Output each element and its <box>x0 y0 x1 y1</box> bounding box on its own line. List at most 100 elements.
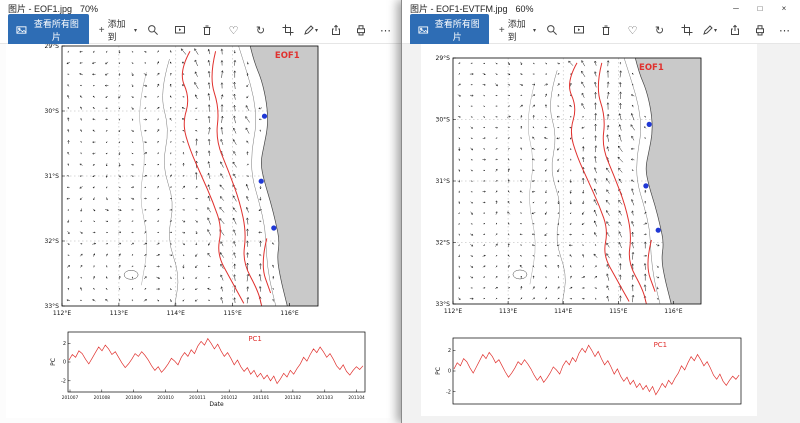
station-dot <box>647 122 652 127</box>
station-dot <box>656 228 661 233</box>
crop-icon[interactable] <box>679 22 694 38</box>
photos-icon <box>418 24 429 36</box>
zoom-icon[interactable] <box>145 22 160 38</box>
view-all-photos-button[interactable]: 查看所有图片 <box>8 14 89 46</box>
svg-text:112°E: 112°E <box>444 308 462 315</box>
station-dot <box>259 179 264 184</box>
print-icon[interactable] <box>752 22 767 38</box>
pc-label: PC1 <box>654 341 668 349</box>
svg-text:114°E: 114°E <box>554 308 572 315</box>
svg-text:32°S: 32°S <box>436 240 451 247</box>
svg-text:0: 0 <box>63 360 66 366</box>
chevron-down-icon: ▾ <box>134 27 137 34</box>
pc-xlabel: Date <box>209 401 224 408</box>
svg-text:115°E: 115°E <box>224 310 242 317</box>
more-icon[interactable]: ⋯ <box>777 22 792 38</box>
svg-text:33°S: 33°S <box>45 303 60 310</box>
favorite-icon[interactable]: ♡ <box>625 22 640 38</box>
eof-label: EOF1 <box>639 63 664 73</box>
photo-viewer-canvas[interactable]: EOF1 29°S 30°S 31°S 32°S 33°S112°E 113°E 114°E 1… <box>0 44 401 423</box>
svg-text:201007: 201007 <box>62 395 79 401</box>
svg-text:29°S: 29°S <box>436 55 451 62</box>
svg-text:2: 2 <box>63 341 66 347</box>
svg-text:31°S: 31°S <box>45 173 60 180</box>
svg-text:113°E: 113°E <box>499 308 517 315</box>
svg-text:29°S: 29°S <box>45 44 60 50</box>
svg-text:32°S: 32°S <box>45 238 60 245</box>
add-to-button[interactable]: + 添加到 ▾ <box>499 17 536 43</box>
desktop: 图片 - EOF1.jpg 70% 查看所有图片 + 添加到 ▾ ♡ <box>0 0 800 423</box>
svg-text:201011: 201011 <box>189 395 206 401</box>
svg-text:201101: 201101 <box>253 395 270 401</box>
svg-text:115°E: 115°E <box>609 308 627 315</box>
add-to-label: 添加到 <box>108 17 131 43</box>
chevron-down-icon: ▾ <box>533 27 536 34</box>
print-icon[interactable] <box>353 22 368 38</box>
delete-icon[interactable] <box>598 22 613 38</box>
toolbar: 查看所有图片 + 添加到 ▾ ♡ ↻ ▾ ⋯ <box>402 17 800 44</box>
svg-text:112°E: 112°E <box>53 310 71 317</box>
add-to-label: 添加到 <box>508 17 530 43</box>
svg-text:201103: 201103 <box>317 395 334 401</box>
toolbar: 查看所有图片 + 添加到 ▾ ♡ ↻ ▾ ⋯ <box>0 17 401 44</box>
svg-text:116°E: 116°E <box>664 308 682 315</box>
maximize-button[interactable]: □ <box>748 0 772 17</box>
photo-eof1-evtfm-figure[interactable]: EOF129°S30°S31°S32°S33°S112°E113°E114°E1… <box>402 44 800 423</box>
svg-text:2: 2 <box>448 348 451 354</box>
rotate-icon[interactable]: ↻ <box>253 22 268 38</box>
svg-text:114°E: 114°E <box>167 310 185 317</box>
zoom-level: 60% <box>516 4 534 14</box>
slideshow-icon[interactable] <box>571 22 586 38</box>
view-all-photos-button[interactable]: 查看所有图片 <box>410 14 489 46</box>
slideshow-icon[interactable] <box>172 22 187 38</box>
crop-icon[interactable] <box>280 22 295 38</box>
svg-text:-2: -2 <box>61 378 66 384</box>
pc-ylabel: PC <box>50 358 57 366</box>
minimize-button[interactable]: ─ <box>724 0 748 17</box>
photo-viewer-canvas[interactable]: EOF129°S30°S31°S32°S33°S112°E113°E114°E1… <box>402 44 800 423</box>
plus-icon: + <box>99 25 105 36</box>
pc-plot: 20-2PC1PC <box>435 338 741 404</box>
favorite-icon[interactable]: ♡ <box>226 22 241 38</box>
pc-ylabel: PC <box>435 367 442 375</box>
svg-text:201009: 201009 <box>125 395 142 401</box>
chevron-down-icon: ▾ <box>714 27 717 34</box>
station-dot <box>271 225 276 230</box>
window-controls: ─ □ × <box>724 0 796 17</box>
photos-window-eof1-evtfm: 图片 - EOF1-EVTFM.jpg 60% ─ □ × 查看所有图片 + 添… <box>401 0 800 423</box>
svg-text:30°S: 30°S <box>45 108 60 115</box>
svg-text:116°E: 116°E <box>280 310 298 317</box>
rotate-icon[interactable]: ↻ <box>652 22 667 38</box>
photos-window-eof1: 图片 - EOF1.jpg 70% 查看所有图片 + 添加到 ▾ ♡ <box>0 0 401 423</box>
zoom-level: 70% <box>80 4 98 14</box>
svg-text:33°S: 33°S <box>436 301 451 308</box>
svg-text:201008: 201008 <box>94 395 111 401</box>
plus-icon: + <box>499 25 505 36</box>
pc-label: PC1 <box>248 335 262 343</box>
more-icon[interactable]: ⋯ <box>378 22 393 38</box>
view-all-label: 查看所有图片 <box>32 17 81 43</box>
view-all-label: 查看所有图片 <box>434 17 481 43</box>
map-plot: EOF129°S30°S31°S32°S33°S112°E113°E114°E1… <box>436 53 706 315</box>
chevron-down-icon: ▾ <box>315 27 318 34</box>
photos-icon <box>16 24 27 36</box>
edit-icon[interactable]: ▾ <box>702 22 717 38</box>
eof-label: EOF1 <box>275 51 300 61</box>
close-button[interactable]: × <box>772 0 796 17</box>
edit-icon[interactable]: ▾ <box>303 22 318 38</box>
add-to-button[interactable]: + 添加到 ▾ <box>99 17 137 43</box>
svg-text:0: 0 <box>448 369 451 375</box>
photo-eof1-figure[interactable]: EOF1 29°S 30°S 31°S 32°S 33°S112°E 113°E 114°E 1… <box>0 44 401 423</box>
station-dot <box>262 114 267 119</box>
share-icon[interactable] <box>328 22 343 38</box>
svg-text:201102: 201102 <box>285 395 302 401</box>
svg-text:30°S: 30°S <box>436 117 451 124</box>
station-dot <box>643 183 648 188</box>
zoom-icon[interactable] <box>544 22 559 38</box>
svg-text:113°E: 113°E <box>110 310 128 317</box>
svg-text:201104: 201104 <box>348 395 365 401</box>
map-plot: EOF1 29°S 30°S 31°S 32°S 33°S112°E 113°E 114°E 1… <box>45 44 323 317</box>
delete-icon[interactable] <box>199 22 214 38</box>
share-icon[interactable] <box>727 22 742 38</box>
svg-text:201010: 201010 <box>157 395 174 401</box>
